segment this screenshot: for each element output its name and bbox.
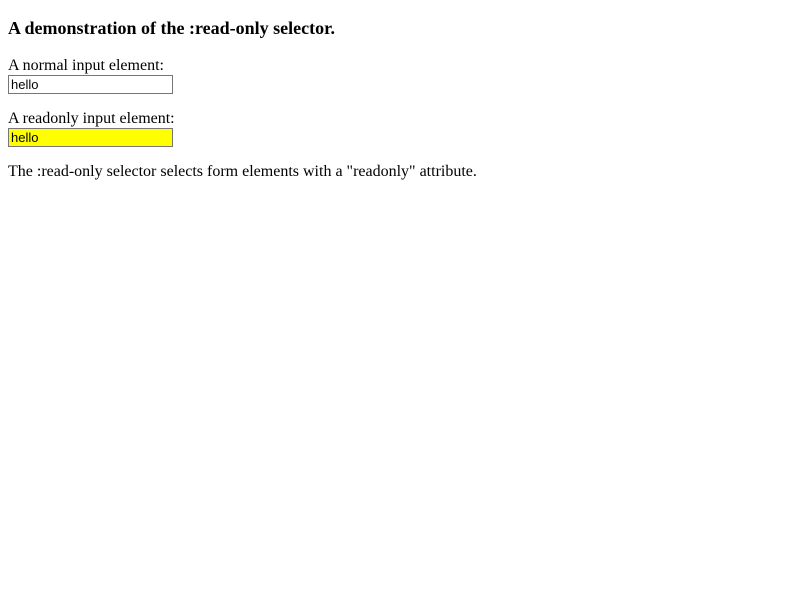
normal-input-label: A normal input element: [8, 57, 164, 74]
normal-input-paragraph: A normal input element: [8, 57, 792, 94]
page-heading: A demonstration of the :read-only select… [8, 18, 792, 39]
readonly-input-label: A readonly input element: [8, 110, 175, 127]
explanation-text: The :read-only selector selects form ele… [8, 163, 792, 181]
readonly-input-paragraph: A readonly input element: [8, 110, 792, 147]
normal-input[interactable] [8, 75, 173, 94]
readonly-input[interactable] [8, 128, 173, 147]
